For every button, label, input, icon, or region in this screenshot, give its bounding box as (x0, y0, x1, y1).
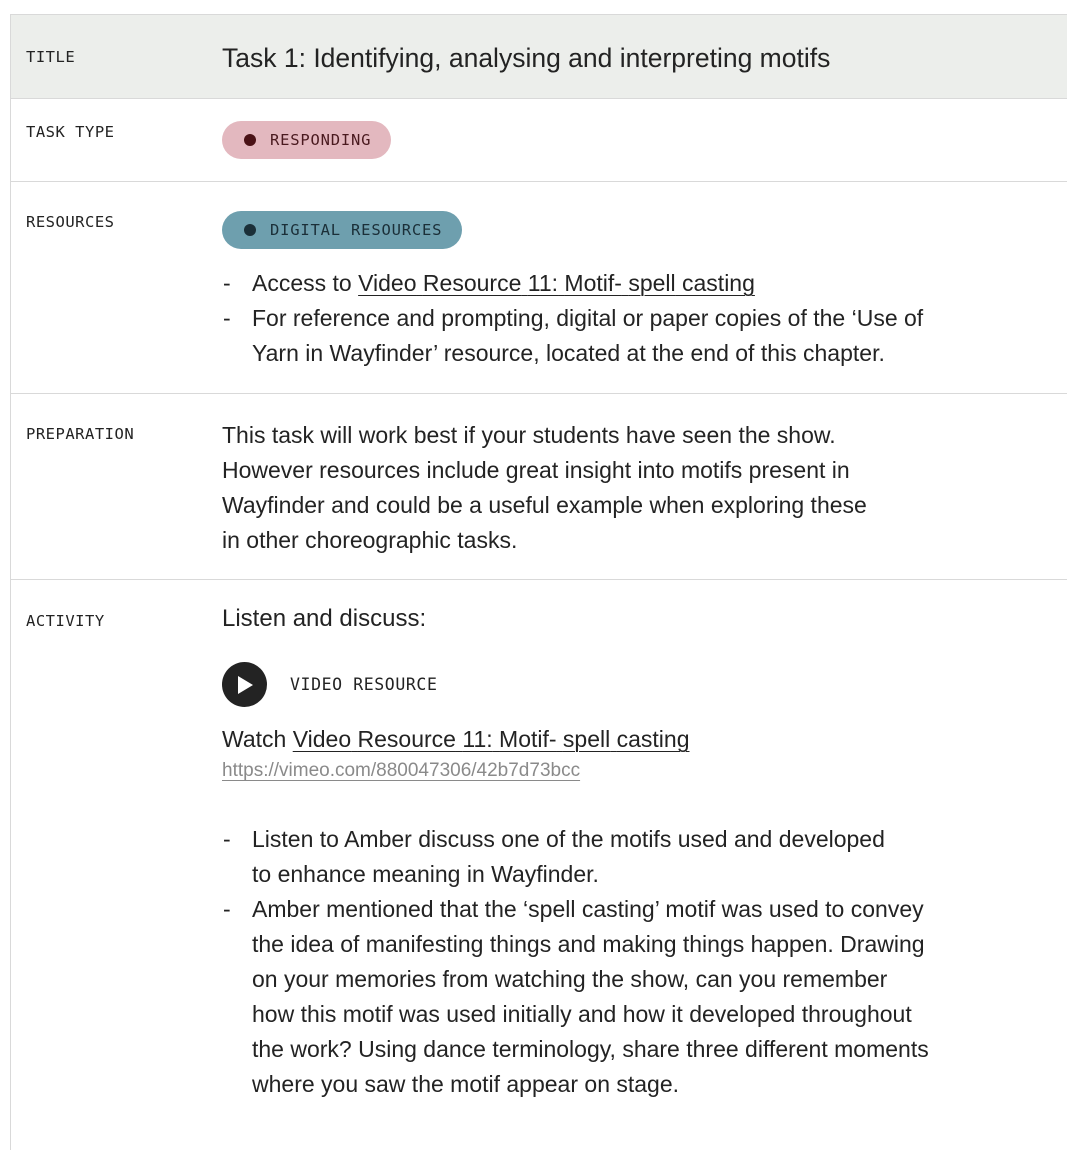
play-icon (237, 675, 253, 694)
title-label: TITLE (26, 48, 76, 66)
dot-icon (244, 224, 256, 236)
activity-list: - Listen to Amber discuss one of the mot… (222, 822, 1060, 1102)
list-item: - Listen to Amber discuss one of the mot… (223, 826, 885, 887)
task-type-row: TASK TYPE RESPONDING (11, 98, 1067, 182)
responding-badge: RESPONDING (222, 121, 392, 159)
video-resource-label: VIDEO RESOURCE (290, 675, 438, 694)
list-item: - For reference and prompting, digital o… (223, 305, 924, 366)
preparation-row: PREPARATION This task will work best if … (11, 393, 1067, 580)
video-resource-link[interactable]: Video Resource 11: Motif- spell casting (358, 270, 755, 296)
list-item: - Access to Video Resource 11: Motif- sp… (223, 270, 755, 296)
resources-row: RESOURCES DIGITAL RESOURCES - Access to … (11, 181, 1067, 394)
activity-heading: Listen and discuss: (222, 605, 427, 632)
page-title: Task 1: Identifying, analysing and inter… (222, 43, 831, 73)
title-row: TITLE Task 1: Identifying, analysing and… (11, 15, 1067, 99)
watch-line: Watch Video Resource 11: Motif- spell ca… (222, 726, 690, 752)
resources-list: - Access to Video Resource 11: Motif- sp… (222, 266, 1060, 371)
digital-resources-badge-label: DIGITAL RESOURCES (270, 221, 443, 239)
preparation-label: PREPARATION (26, 425, 135, 443)
preparation-text: This task will work best if your student… (222, 422, 867, 553)
activity-row: ACTIVITY Listen and discuss: VIDEO RESOU… (11, 579, 1067, 1150)
vimeo-url-link[interactable]: https://vimeo.com/880047306/42b7d73bcc (222, 760, 580, 781)
watch-video-link[interactable]: Video Resource 11: Motif- spell casting (293, 726, 690, 752)
list-item: - Amber mentioned that the ‘spell castin… (223, 896, 929, 1097)
digital-resources-badge: DIGITAL RESOURCES (222, 211, 463, 249)
responding-badge-label: RESPONDING (270, 131, 372, 149)
dot-icon (244, 134, 256, 146)
resources-label: RESOURCES (26, 213, 115, 231)
play-button[interactable] (222, 662, 267, 707)
activity-label: ACTIVITY (26, 612, 105, 630)
task-table: TITLE Task 1: Identifying, analysing and… (10, 14, 1067, 1150)
task-type-label: TASK TYPE (26, 123, 115, 141)
video-resource-header: VIDEO RESOURCE (222, 662, 1060, 707)
